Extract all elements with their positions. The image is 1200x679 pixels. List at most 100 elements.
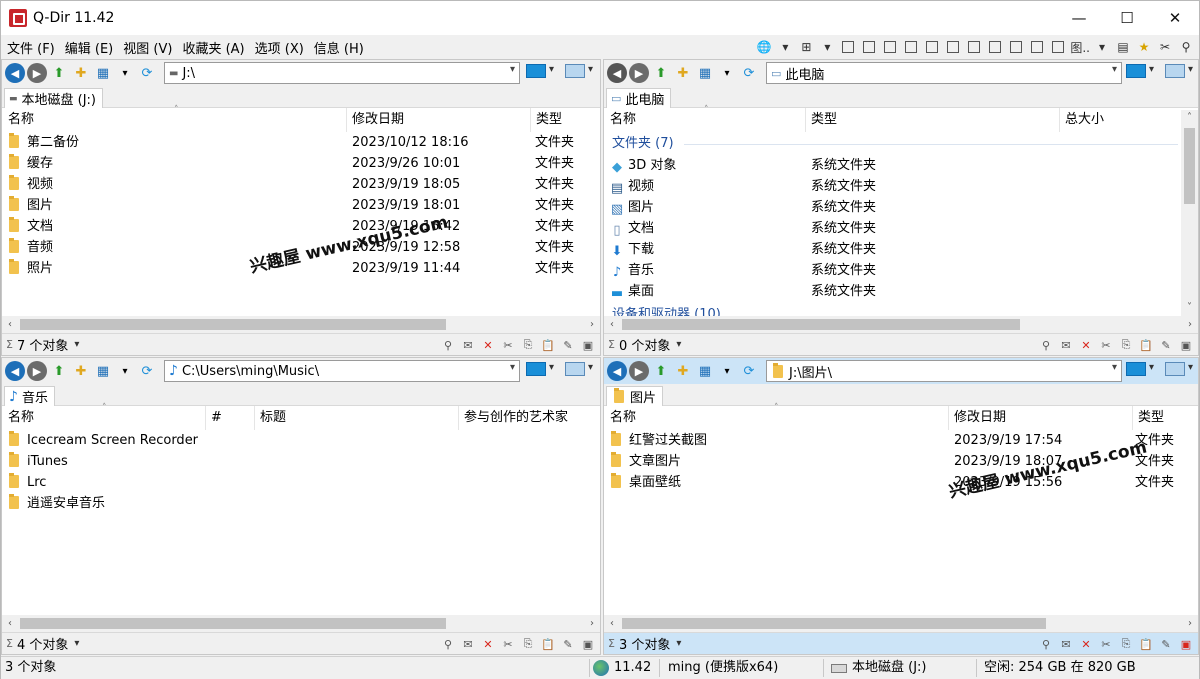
address-bar[interactable]: ♪ C:\Users\ming\Music\ ▾	[164, 360, 520, 382]
scroll-left-icon[interactable]: ‹	[2, 316, 18, 333]
tab-local-disk[interactable]: ▬ 本地磁盘 (J:)	[4, 88, 104, 108]
table-row[interactable]: 逍遥安卓音乐	[2, 493, 600, 514]
zoom-icon[interactable]: ⚲	[1177, 38, 1195, 56]
view-mode-icon[interactable]: ▦	[93, 63, 113, 83]
new-folder-icon[interactable]: ✚	[673, 361, 693, 381]
cut-icon[interactable]: ✂	[1098, 636, 1114, 652]
layout-f-icon[interactable]	[947, 41, 960, 53]
table-row[interactable]: ▬ 桌面 系统文件夹	[604, 281, 1198, 302]
copy-icon[interactable]: ⎘	[520, 636, 536, 652]
layout-h-icon[interactable]	[989, 41, 1002, 53]
table-row[interactable]: ▧ 图片 系统文件夹	[604, 197, 1198, 218]
up-folder-icon[interactable]: ⬆	[49, 63, 69, 83]
delete-icon[interactable]: ✕	[1078, 636, 1094, 652]
column-number[interactable]: #	[207, 406, 255, 430]
paste-icon[interactable]: 📋	[540, 636, 556, 652]
pane-view-icon[interactable]	[526, 362, 546, 376]
rename-icon[interactable]: ✎	[560, 337, 576, 353]
refresh-icon[interactable]: ⟳	[137, 361, 157, 381]
copy-icon[interactable]: ⎘	[520, 337, 536, 353]
new-folder-icon[interactable]: ✚	[71, 63, 91, 83]
menu-options[interactable]: 选项 (X)	[249, 38, 308, 57]
pin-icon[interactable]: ⚲	[440, 337, 456, 353]
up-folder-icon[interactable]: ⬆	[49, 361, 69, 381]
tab-pictures[interactable]: 图片	[606, 386, 664, 406]
scroll-right-icon[interactable]: ›	[584, 316, 600, 333]
scroll-right-icon[interactable]: ›	[1182, 615, 1198, 632]
address-bar[interactable]: ▭ 此电脑 ▾	[766, 62, 1122, 84]
table-row[interactable]: ♪ 音乐 系统文件夹	[604, 260, 1198, 281]
mail-icon[interactable]: ✉	[1058, 636, 1074, 652]
chevron-down-icon[interactable]: ▾	[776, 38, 794, 56]
horizontal-scrollbar[interactable]: ‹ ›	[604, 615, 1198, 632]
scroll-left-icon[interactable]: ‹	[604, 615, 620, 632]
star-icon[interactable]: ★	[1135, 38, 1153, 56]
up-folder-icon[interactable]: ⬆	[651, 361, 671, 381]
tab-music[interactable]: ♪ 音乐	[4, 386, 55, 406]
refresh-icon[interactable]: ⟳	[739, 361, 759, 381]
horizontal-scrollbar[interactable]: ‹ ›	[604, 316, 1198, 333]
layout-i-icon[interactable]	[1010, 41, 1023, 53]
column-total-size[interactable]: 总大小	[1061, 108, 1181, 132]
chevron-down-icon[interactable]: ▾	[115, 361, 135, 381]
refresh-icon[interactable]: ⟳	[739, 63, 759, 83]
rename-icon[interactable]: ✎	[1158, 337, 1174, 353]
new-folder-icon[interactable]: ✚	[71, 361, 91, 381]
scroll-thumb[interactable]	[1184, 128, 1195, 204]
properties-icon[interactable]: ▣	[1178, 337, 1194, 353]
scroll-right-icon[interactable]: ›	[584, 615, 600, 632]
pin-icon[interactable]: ⚲	[1038, 636, 1054, 652]
forward-button[interactable]: ▶	[27, 63, 47, 83]
computer-icon[interactable]	[1165, 362, 1185, 376]
table-row[interactable]: Icecream Screen Recorder	[2, 430, 600, 451]
table-row[interactable]: 视频 2023/9/19 18:05 文件夹	[2, 174, 600, 195]
layout-b-icon[interactable]	[863, 41, 876, 53]
layout-j-icon[interactable]	[1031, 41, 1044, 53]
horizontal-scrollbar[interactable]: ‹ ›	[2, 615, 600, 632]
properties-icon[interactable]: ▣	[580, 636, 596, 652]
table-row[interactable]: ◆ 3D 对象 系统文件夹	[604, 155, 1198, 176]
computer-icon[interactable]	[565, 64, 585, 78]
menu-file[interactable]: 文件 (F)	[1, 38, 59, 57]
table-row[interactable]: 图片 2023/9/19 18:01 文件夹	[2, 195, 600, 216]
properties-icon[interactable]: ▣	[580, 337, 596, 353]
table-row[interactable]: ⬇ 下载 系统文件夹	[604, 239, 1198, 260]
chevron-down-icon[interactable]: ▾	[510, 362, 515, 373]
scroll-thumb[interactable]	[20, 618, 446, 629]
computer-icon[interactable]	[565, 362, 585, 376]
properties-icon[interactable]: ▣	[1178, 636, 1194, 652]
forward-button[interactable]: ▶	[629, 63, 649, 83]
column-type[interactable]: 类型	[807, 108, 1060, 132]
pin-icon[interactable]: ⚲	[1038, 337, 1054, 353]
table-row[interactable]: 第二备份 2023/10/12 18:16 文件夹	[2, 132, 600, 153]
view-mode-icon[interactable]: ▦	[695, 361, 715, 381]
table-row[interactable]: ▯ 文档 系统文件夹	[604, 218, 1198, 239]
scroll-thumb[interactable]	[622, 319, 1020, 330]
maximize-button[interactable]: ☐	[1103, 1, 1151, 35]
forward-button[interactable]: ▶	[629, 361, 649, 381]
paste-icon[interactable]: 📋	[1138, 636, 1154, 652]
cut-icon[interactable]: ✂	[1098, 337, 1114, 353]
column-name[interactable]: 名称	[4, 108, 347, 132]
scroll-thumb[interactable]	[622, 618, 1046, 629]
tools-icon[interactable]: ✂	[1156, 38, 1174, 56]
up-folder-icon[interactable]: ⬆	[651, 63, 671, 83]
refresh-icon[interactable]: ⟳	[137, 63, 157, 83]
chevron-down-icon[interactable]: ▾	[549, 362, 554, 373]
layout-a-icon[interactable]	[842, 41, 855, 53]
layout-e-icon[interactable]	[926, 41, 939, 53]
scroll-left-icon[interactable]: ‹	[2, 615, 18, 632]
chevron-down-icon[interactable]: ▾	[676, 339, 681, 350]
column-title[interactable]: 标题	[256, 406, 459, 430]
chevron-down-icon[interactable]: ▾	[676, 638, 681, 649]
chevron-down-icon[interactable]: ▾	[74, 339, 79, 350]
delete-icon[interactable]: ✕	[1078, 337, 1094, 353]
pane-view-icon[interactable]	[1126, 64, 1146, 78]
menu-view[interactable]: 视图 (V)	[117, 38, 176, 57]
delete-icon[interactable]: ✕	[480, 337, 496, 353]
column-type[interactable]: 类型	[1134, 406, 1198, 430]
pane-view-icon[interactable]	[1126, 362, 1146, 376]
back-button[interactable]: ◀	[5, 361, 25, 381]
pane-view-icon[interactable]	[526, 64, 546, 78]
column-date[interactable]: 修改日期	[950, 406, 1133, 430]
